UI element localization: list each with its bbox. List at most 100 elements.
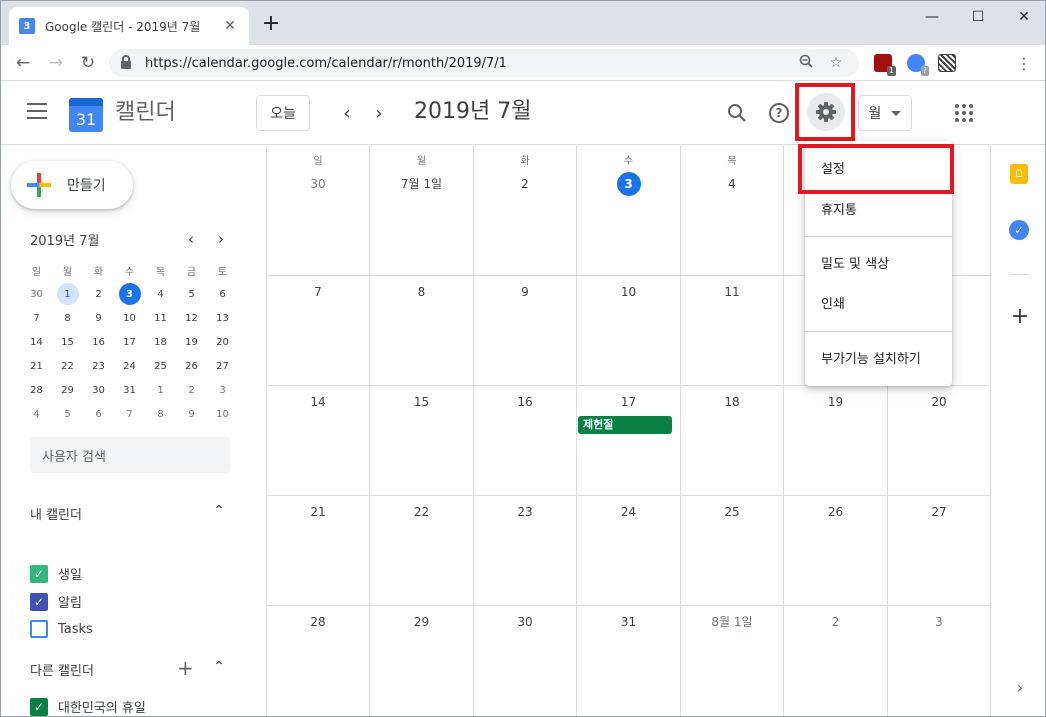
mini-day[interactable]: 18: [145, 330, 176, 354]
mini-day[interactable]: 9: [83, 306, 114, 330]
mini-day[interactable]: 8: [145, 402, 176, 426]
mini-day[interactable]: 5: [52, 402, 83, 426]
day-cell[interactable]: 31: [577, 606, 681, 716]
day-number[interactable]: 20: [888, 394, 990, 410]
mini-day[interactable]: 24: [114, 354, 145, 378]
calendar-list-item[interactable]: Tasks: [30, 620, 93, 638]
day-cell[interactable]: 25: [681, 496, 784, 605]
day-cell[interactable]: 27: [888, 496, 991, 605]
day-cell[interactable]: 18: [681, 386, 784, 495]
day-number[interactable]: 30: [474, 614, 576, 630]
day-number[interactable]: 19: [784, 394, 887, 410]
star-icon[interactable]: ☆: [825, 55, 847, 71]
reload-icon[interactable]: ↻: [75, 51, 101, 75]
day-number[interactable]: 7: [267, 284, 369, 300]
day-number[interactable]: 14: [267, 394, 369, 410]
prev-month-icon[interactable]: ‹: [335, 101, 359, 125]
mini-day[interactable]: 10: [114, 306, 145, 330]
mini-day[interactable]: 29: [52, 378, 83, 402]
holiday-event-chip[interactable]: 제헌절: [578, 416, 672, 434]
day-number[interactable]: 26: [784, 504, 887, 520]
day-number[interactable]: 23: [474, 504, 576, 520]
day-cell[interactable]: 11: [681, 276, 784, 385]
mini-day[interactable]: 17: [114, 330, 145, 354]
day-cell[interactable]: 22: [370, 496, 474, 605]
back-icon[interactable]: ←: [10, 51, 36, 75]
day-number[interactable]: 25: [681, 504, 783, 520]
calendar-checkbox[interactable]: [30, 620, 48, 638]
day-number[interactable]: 16: [474, 394, 576, 410]
today-button[interactable]: 오늘: [256, 95, 310, 131]
day-cell[interactable]: 30: [474, 606, 577, 716]
zoom-icon[interactable]: [795, 54, 817, 72]
day-cell[interactable]: 16: [474, 386, 577, 495]
mini-next-icon[interactable]: ›: [211, 230, 231, 248]
search-people-input[interactable]: 사용자 검색: [30, 437, 230, 473]
help-icon[interactable]: ?: [765, 99, 793, 127]
day-cell[interactable]: 28: [267, 606, 370, 716]
day-cell[interactable]: 24: [577, 496, 681, 605]
menu-item-print[interactable]: 인쇄: [805, 282, 952, 322]
extension-ublock-icon[interactable]: 1: [874, 54, 896, 76]
calendar-list-item[interactable]: ✓ 생일: [30, 564, 82, 583]
day-number[interactable]: 28: [267, 614, 369, 630]
next-month-icon[interactable]: ›: [367, 101, 391, 125]
mini-day[interactable]: 5: [176, 282, 207, 306]
day-cell[interactable]: 화2: [474, 146, 577, 275]
day-number[interactable]: 3: [577, 172, 680, 196]
day-number[interactable]: 22: [370, 504, 473, 520]
extension-globe-icon[interactable]: ?: [907, 54, 929, 76]
mini-day[interactable]: 10: [207, 402, 238, 426]
day-number[interactable]: 7월 1일: [370, 172, 473, 196]
mini-day[interactable]: 13: [207, 306, 238, 330]
day-number[interactable]: 8월 1일: [681, 614, 783, 630]
mini-day[interactable]: 7: [21, 306, 52, 330]
mini-day[interactable]: 30: [21, 282, 52, 306]
day-number[interactable]: 3: [888, 614, 990, 630]
mini-day[interactable]: 21: [21, 354, 52, 378]
mini-day[interactable]: 14: [21, 330, 52, 354]
day-number[interactable]: 10: [577, 284, 680, 300]
day-cell[interactable]: 목4: [681, 146, 784, 275]
day-cell[interactable]: 19: [784, 386, 888, 495]
mini-day[interactable]: 9: [176, 402, 207, 426]
day-cell[interactable]: 26: [784, 496, 888, 605]
mini-day[interactable]: 2: [83, 282, 114, 306]
other-calendars-title[interactable]: 다른 캘린더: [30, 660, 94, 679]
menu-item-addons[interactable]: 부가기능 설치하기: [805, 337, 952, 377]
hamburger-icon[interactable]: [27, 103, 47, 121]
day-cell[interactable]: 8: [370, 276, 474, 385]
mini-day[interactable]: 25: [145, 354, 176, 378]
day-number[interactable]: 8: [370, 284, 473, 300]
close-window-button[interactable]: ✕: [1001, 1, 1045, 33]
keep-icon[interactable]: [1010, 164, 1028, 184]
mini-day[interactable]: 4: [145, 282, 176, 306]
my-calendars-title[interactable]: 내 캘린더: [30, 504, 82, 523]
add-calendar-icon[interactable]: +: [177, 658, 194, 678]
add-icon[interactable]: +: [1010, 306, 1030, 328]
day-number[interactable]: 21: [267, 504, 369, 520]
day-cell[interactable]: 23: [474, 496, 577, 605]
menu-item-trash[interactable]: 휴지통: [805, 188, 952, 228]
view-selector[interactable]: 월: [858, 95, 912, 131]
day-number[interactable]: 2: [474, 172, 576, 196]
mini-day[interactable]: 4: [21, 402, 52, 426]
mini-day[interactable]: 2: [176, 378, 207, 402]
day-number[interactable]: 27: [888, 504, 990, 520]
mini-day[interactable]: 8: [52, 306, 83, 330]
mini-day[interactable]: 19: [176, 330, 207, 354]
day-cell[interactable]: 7: [267, 276, 370, 385]
forward-icon[interactable]: →: [43, 51, 69, 75]
mini-day[interactable]: 26: [176, 354, 207, 378]
calendar-checkbox[interactable]: ✓: [30, 564, 48, 583]
mini-day[interactable]: 6: [207, 282, 238, 306]
mini-prev-icon[interactable]: ‹: [181, 230, 201, 248]
mini-day[interactable]: 1: [145, 378, 176, 402]
day-number[interactable]: 24: [577, 504, 680, 520]
day-number[interactable]: 9: [474, 284, 576, 300]
mini-day[interactable]: 20: [207, 330, 238, 354]
mini-day[interactable]: 3: [114, 282, 145, 306]
day-cell[interactable]: 9: [474, 276, 577, 385]
mini-day[interactable]: 28: [21, 378, 52, 402]
chevron-up-icon[interactable]: ⌃: [211, 503, 227, 519]
